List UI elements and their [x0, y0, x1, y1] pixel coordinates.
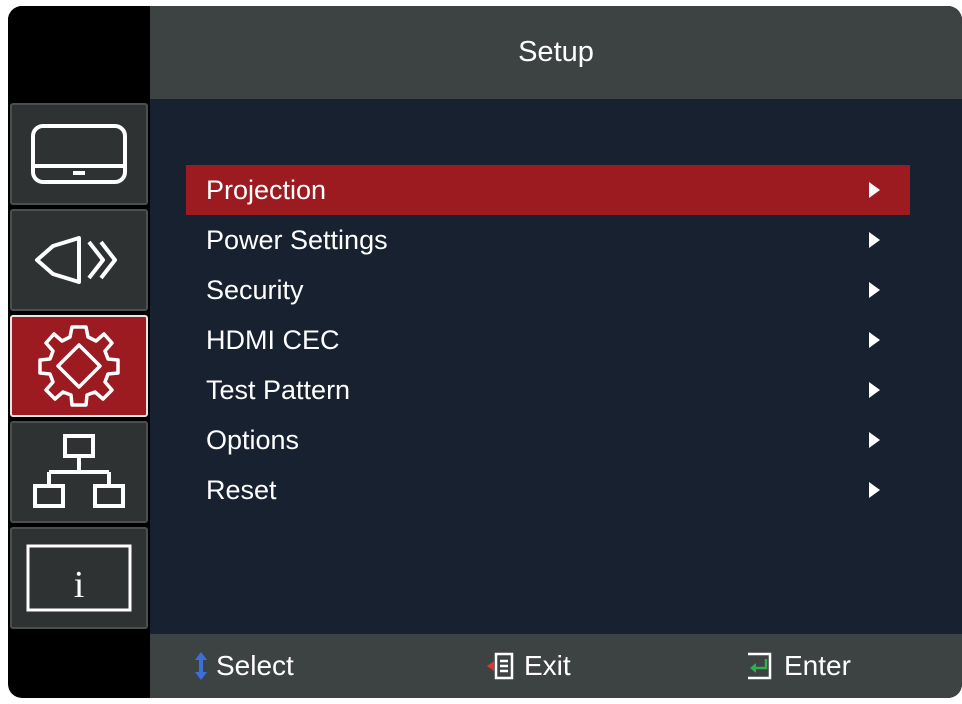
menu-item-label: Options — [206, 424, 300, 455]
footer-select-label: Select — [216, 650, 294, 681]
footer-exit-label: Exit — [524, 650, 571, 681]
page-title: Setup — [518, 36, 594, 68]
display-icon — [31, 124, 127, 184]
chevron-right-icon — [869, 382, 880, 398]
chevron-right-icon — [869, 432, 880, 448]
menu-item-label: Projection — [206, 174, 327, 205]
menu-panel: Projection Power Settings Security HDMI … — [150, 99, 962, 634]
sidebar-item-info[interactable]: i — [10, 527, 148, 629]
menu-item-projection[interactable]: Projection — [186, 165, 910, 215]
menu-item-label: Test Pattern — [206, 374, 351, 405]
sidebar: i — [8, 101, 150, 631]
enter-icon — [748, 652, 772, 680]
menu-item-security[interactable]: Security — [186, 265, 910, 315]
chevron-right-icon — [869, 232, 880, 248]
menu-list: Projection Power Settings Security HDMI … — [186, 165, 910, 515]
menu-item-label: Reset — [206, 474, 277, 505]
footer-bar: Select Exit Enter — [150, 634, 962, 698]
menu-item-power-settings[interactable]: Power Settings — [186, 215, 910, 265]
menu-item-reset[interactable]: Reset — [186, 465, 910, 515]
menu-header: Setup — [150, 6, 962, 99]
projector-icon — [35, 236, 117, 284]
chevron-right-icon — [869, 282, 880, 298]
sidebar-item-projector[interactable] — [10, 209, 148, 311]
chevron-right-icon — [869, 182, 880, 198]
up-down-arrow-icon — [195, 652, 207, 680]
info-icon: i — [26, 544, 132, 612]
menu-item-options[interactable]: Options — [186, 415, 910, 465]
menu-item-hdmi-cec[interactable]: HDMI CEC — [186, 315, 910, 365]
menu-item-label: HDMI CEC — [206, 324, 340, 355]
chevron-right-icon — [869, 332, 880, 348]
menu-item-test-pattern[interactable]: Test Pattern — [186, 365, 910, 415]
footer-enter-hint: Enter — [744, 634, 851, 698]
menu-item-label: Security — [206, 274, 304, 305]
sidebar-item-setup[interactable] — [10, 315, 148, 417]
info-glyph: i — [74, 564, 85, 606]
sidebar-item-network[interactable] — [10, 421, 148, 523]
footer-exit-hint: Exit — [486, 634, 571, 698]
sidebar-item-display[interactable] — [10, 103, 148, 205]
gear-icon — [38, 325, 120, 407]
footer-select-hint: Select — [194, 634, 294, 698]
menu-item-label: Power Settings — [206, 224, 388, 255]
exit-icon — [487, 652, 514, 680]
footer-enter-label: Enter — [784, 650, 851, 681]
chevron-right-icon — [869, 482, 880, 498]
osd-window: Setup i Projection Power Settings Securi… — [8, 6, 962, 698]
sidebar-corner — [8, 6, 150, 101]
network-icon — [33, 434, 125, 508]
